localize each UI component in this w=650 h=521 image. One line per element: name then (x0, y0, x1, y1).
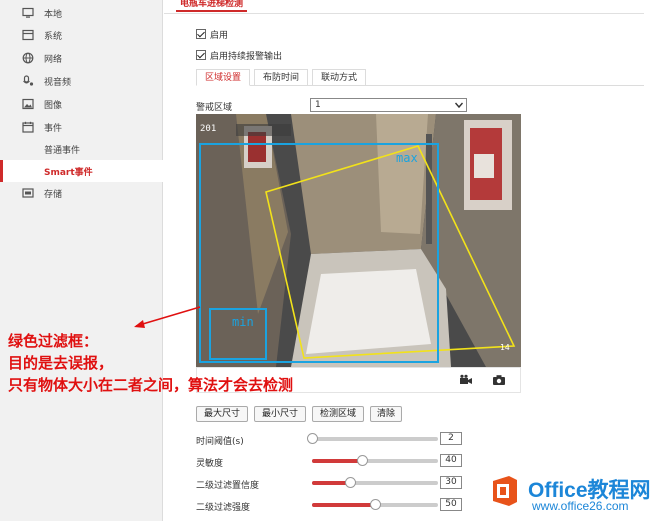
app-window: 本地 系统 网络 视音频 图像 事件 普通事件 Smart事件 存储 电瓶车进梯… (0, 0, 650, 521)
office-logo-icon (493, 476, 517, 506)
annotation-arrow (134, 306, 201, 328)
annotation-line-1: 绿色过滤框： (8, 332, 99, 350)
watermark-url: www.office26.com (532, 499, 629, 513)
annotation-line-3: 只有物体大小在二者之间，算法才会去检测 (8, 376, 294, 394)
annotation-line-2: 目的是去误报， (8, 354, 114, 372)
